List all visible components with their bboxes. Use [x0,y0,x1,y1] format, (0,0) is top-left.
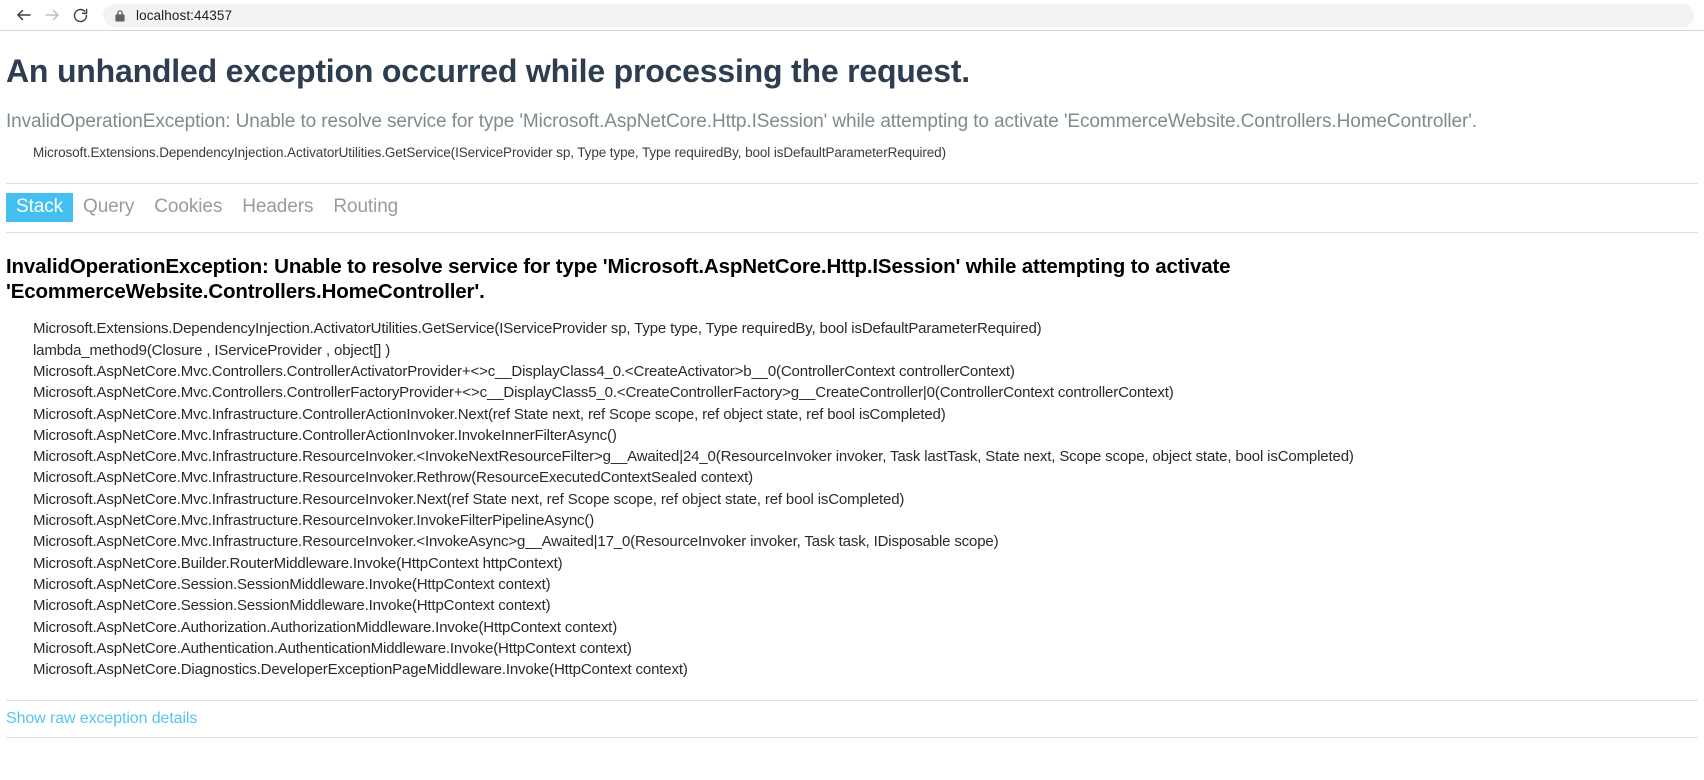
exception-summary: InvalidOperationException: Unable to res… [6,110,1477,132]
tab-cookies[interactable]: Cookies [144,193,232,222]
tab-item: Query [73,193,144,222]
tab-routing[interactable]: Routing [323,193,408,222]
stack-frame: Microsoft.AspNetCore.Diagnostics.Develop… [33,661,688,679]
forward-button[interactable] [38,1,66,29]
stack-frame: Microsoft.AspNetCore.Session.SessionMidd… [33,575,551,593]
reload-icon [72,7,89,24]
stack-frame: Microsoft.Extensions.DependencyInjection… [33,320,1042,338]
show-raw-exception-details-link[interactable]: Show raw exception details [6,710,197,727]
stack-frame: lambda_method9(Closure , IServiceProvide… [33,341,391,359]
stack-frame: Microsoft.AspNetCore.Mvc.Controllers.Con… [33,384,1174,402]
stack-frame: Microsoft.AspNetCore.Mvc.Infrastructure.… [33,469,754,487]
raw-details-section: Show raw exception details [6,700,1698,739]
address-bar[interactable]: localhost:44357 [103,3,1694,27]
stack-frame: Microsoft.AspNetCore.Builder.RouterMiddl… [33,554,563,572]
stack-frame: Microsoft.AspNetCore.Mvc.Infrastructure.… [33,533,999,551]
exception-page-content: An unhandled exception occurred while pr… [0,53,1704,739]
browser-toolbar: localhost:44357 [0,0,1704,31]
page-title: An unhandled exception occurred while pr… [6,53,970,89]
back-arrow-icon [15,6,33,24]
exception-page: An unhandled exception occurred while pr… [0,53,1704,739]
stack-frame: Microsoft.AspNetCore.Mvc.Infrastructure.… [33,512,595,530]
stack-frame: Microsoft.AspNetCore.Mvc.Controllers.Con… [33,362,1015,380]
tab-item: Cookies [144,193,232,222]
stack-heading: InvalidOperationException: Unable to res… [6,255,1231,303]
reload-button[interactable] [66,1,94,29]
stack-frame: Microsoft.AspNetCore.Mvc.Infrastructure.… [33,490,905,508]
address-bar-url: localhost:44357 [136,7,233,23]
tab-item: Routing [323,193,408,222]
tab-stack[interactable]: Stack [6,192,74,223]
stack-frame: Microsoft.AspNetCore.Mvc.Infrastructure.… [33,448,1354,466]
forward-arrow-icon [43,6,61,24]
lock-icon [114,9,126,22]
tab-item: Headers [232,193,323,222]
exception-top-frame: Microsoft.Extensions.DependencyInjection… [33,144,946,160]
tab-headers[interactable]: Headers [232,193,323,222]
stack-frame: Microsoft.AspNetCore.Mvc.Infrastructure.… [33,405,946,423]
tab-list: Stack Query Cookies Headers Routing [6,192,1698,223]
stack-frame: Microsoft.AspNetCore.Mvc.Infrastructure.… [33,426,617,444]
stack-frame: Microsoft.AspNetCore.Session.SessionMidd… [33,597,551,615]
back-button[interactable] [10,1,38,29]
stack-frame: Microsoft.AspNetCore.Authentication.Auth… [33,639,632,657]
stack-frame: Microsoft.AspNetCore.Authorization.Autho… [33,618,618,636]
tab-item: Stack [6,192,74,223]
tabs-bar: Stack Query Cookies Headers Routing [6,182,1698,234]
tab-query[interactable]: Query [73,193,144,222]
stack-frame-list: Microsoft.Extensions.DependencyInjection… [6,318,1698,680]
